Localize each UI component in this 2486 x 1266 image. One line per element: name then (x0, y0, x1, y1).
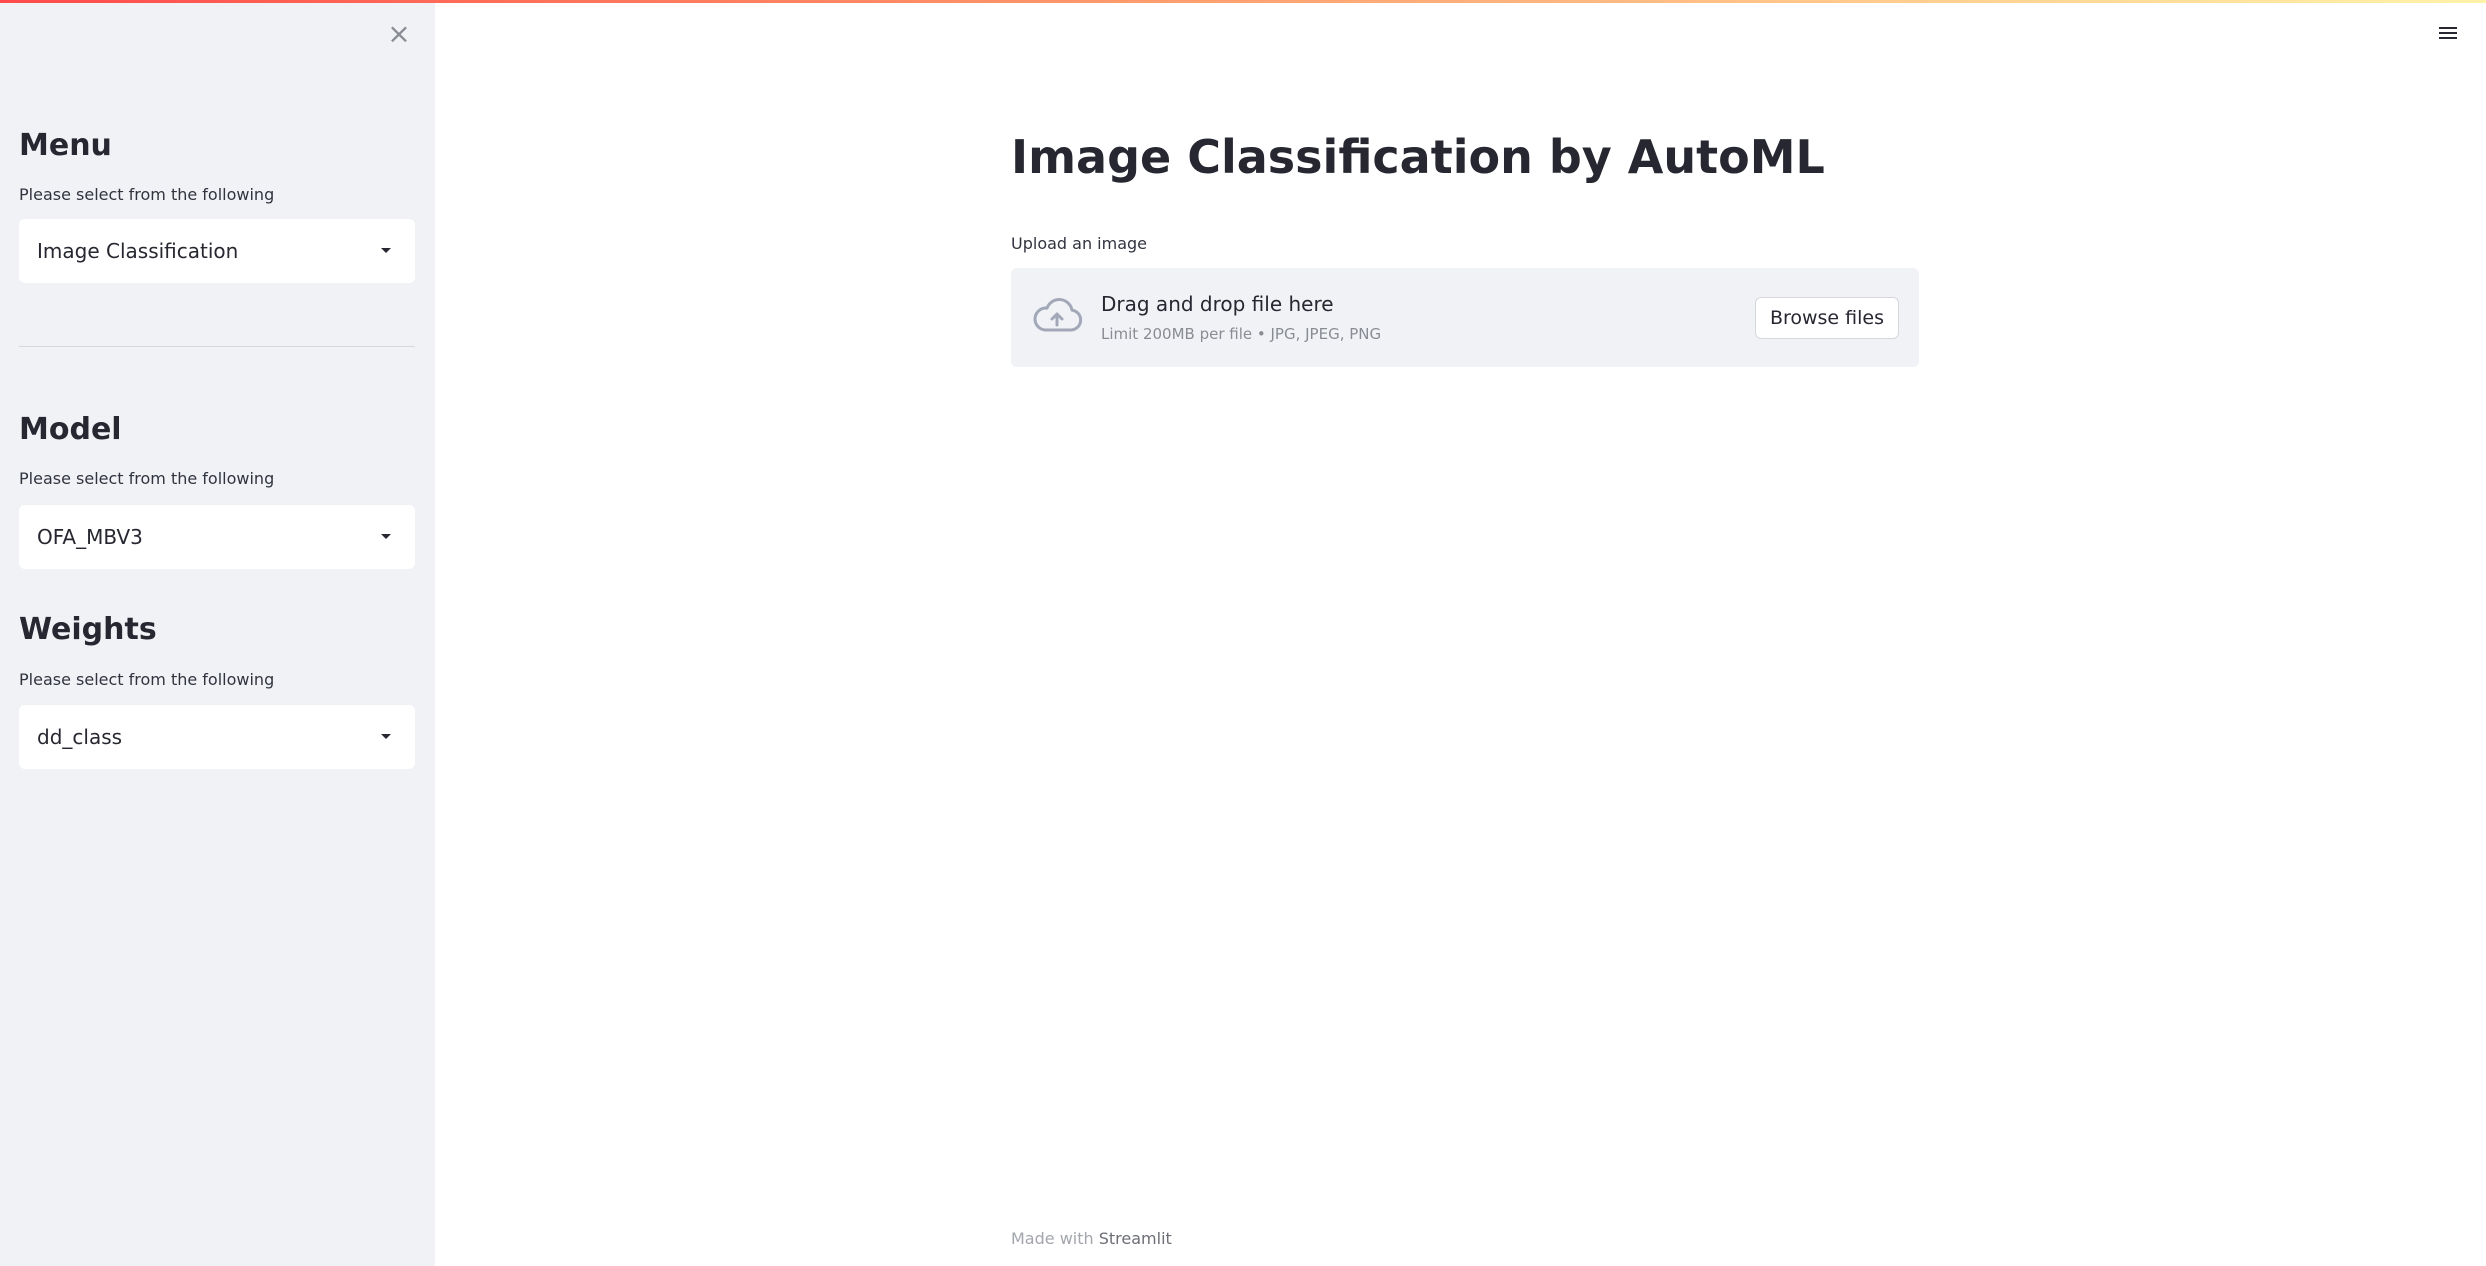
hamburger-icon[interactable] (2434, 24, 2462, 52)
browse-files-button[interactable]: Browse files (1754, 297, 1899, 339)
weights-caption: Please select from the following (19, 670, 275, 689)
menu-select[interactable]: Image Classification (19, 219, 415, 283)
chevron-down-icon (381, 734, 391, 739)
page-title: Image Classification by AutoML (1011, 130, 1825, 184)
dropzone-instructions: Drag and drop file here (1101, 292, 1334, 316)
close-icon[interactable]: × (385, 20, 413, 48)
menu-select-value: Image Classification (37, 239, 239, 263)
model-select-value: OFA_MBV3 (37, 525, 143, 549)
menu-title: Menu (19, 128, 112, 163)
weights-select-value: dd_class (37, 725, 123, 749)
footer: Made with Streamlit (1011, 1229, 1172, 1248)
sidebar: × Menu Please select from the following … (0, 0, 435, 1266)
chevron-down-icon (381, 248, 391, 253)
sidebar-divider (19, 346, 415, 347)
weights-select[interactable]: dd_class (19, 705, 415, 769)
top-decoration-bar (0, 0, 2486, 3)
cloud-upload-icon (1033, 298, 1083, 332)
menu-caption: Please select from the following (19, 185, 275, 204)
model-title: Model (19, 412, 122, 447)
footer-made-with: Made with (1011, 1229, 1094, 1248)
model-select[interactable]: OFA_MBV3 (19, 505, 415, 569)
model-caption: Please select from the following (19, 469, 275, 488)
upload-label: Upload an image (1011, 234, 1148, 253)
dropzone-limit: Limit 200MB per file • JPG, JPEG, PNG (1101, 325, 1382, 343)
weights-title: Weights (19, 612, 157, 647)
file-dropzone[interactable]: Drag and drop file here Limit 200MB per … (1011, 268, 1919, 367)
chevron-down-icon (381, 534, 391, 539)
streamlit-link[interactable]: Streamlit (1099, 1229, 1172, 1248)
